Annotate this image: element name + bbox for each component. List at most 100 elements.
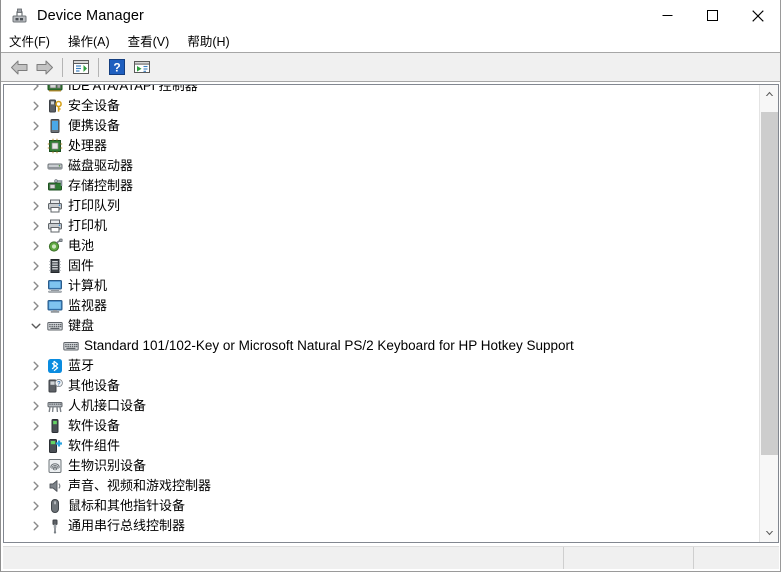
- scan-hardware-changes-button[interactable]: [129, 55, 154, 79]
- chevron-right-icon[interactable]: [28, 436, 44, 456]
- device-tree[interactable]: IDE ATA/ATAPI 控制器 安全设备便携设备处理器磁盘驱动器存储控制器打印…: [4, 85, 759, 542]
- usb-controller-icon: [47, 518, 63, 534]
- minimize-icon: [662, 15, 673, 16]
- close-button[interactable]: [735, 0, 780, 31]
- tree-row-label: 人机接口设备: [68, 398, 147, 413]
- vertical-scrollbar[interactable]: [759, 85, 778, 542]
- help-button[interactable]: ?: [104, 55, 129, 79]
- tree-row[interactable]: 通用串行总线控制器: [4, 516, 759, 536]
- tree-row[interactable]: 键盘: [4, 316, 759, 336]
- tree-row[interactable]: 电池: [4, 236, 759, 256]
- menu-view[interactable]: 查看(V): [128, 34, 179, 50]
- tree-row-label: 键盘: [68, 318, 95, 333]
- chevron-right-icon[interactable]: [28, 476, 44, 496]
- portable-device-icon: [47, 118, 63, 134]
- bluetooth-icon: [47, 358, 63, 374]
- chevron-right-icon[interactable]: [28, 196, 44, 216]
- scroll-down-arrow-icon: [765, 531, 774, 536]
- chevron-right-icon[interactable]: [28, 496, 44, 516]
- security-device-icon: [47, 98, 63, 114]
- status-pane-main: [3, 547, 563, 569]
- tree-row[interactable]: 处理器: [4, 136, 759, 156]
- scroll-up-arrow-icon: [765, 91, 774, 96]
- sound-video-game-icon: [47, 478, 63, 494]
- menu-action[interactable]: 操作(A): [68, 34, 119, 50]
- tree-row[interactable]: 鼠标和其他指针设备: [4, 496, 759, 516]
- keyboard-icon: [47, 318, 63, 334]
- window-controls: [645, 0, 780, 31]
- toolbar: ?: [1, 52, 780, 82]
- mouse-icon: [47, 498, 63, 514]
- tree-row[interactable]: 打印机: [4, 216, 759, 236]
- tree-row[interactable]: 软件组件: [4, 436, 759, 456]
- tree-row[interactable]: 生物识别设备: [4, 456, 759, 476]
- tree-row[interactable]: 存储控制器: [4, 176, 759, 196]
- software-device-icon: [47, 418, 63, 434]
- hid-device-icon: [47, 398, 63, 414]
- menu-file[interactable]: 文件(F): [9, 34, 59, 50]
- tree-row-label: 软件设备: [68, 418, 121, 433]
- chevron-down-icon[interactable]: [28, 316, 44, 336]
- tree-row-label: 打印机: [68, 218, 108, 233]
- keyboard-icon: [63, 338, 79, 354]
- tree-row-label: 磁盘驱动器: [68, 158, 134, 173]
- tree-row[interactable]: 固件: [4, 256, 759, 276]
- monitor-icon: [47, 298, 63, 314]
- toolbar-separator: [62, 57, 63, 77]
- chevron-right-icon[interactable]: [28, 176, 44, 196]
- tree-row[interactable]: 磁盘驱动器: [4, 156, 759, 176]
- tree-row-label: 其他设备: [68, 378, 121, 393]
- tree-row-label: 固件: [68, 258, 95, 273]
- tree-row[interactable]: ? 其他设备: [4, 376, 759, 396]
- chevron-right-icon[interactable]: [28, 276, 44, 296]
- chevron-right-icon[interactable]: [28, 236, 44, 256]
- minimize-button[interactable]: [645, 0, 690, 31]
- tree-row[interactable]: IDE ATA/ATAPI 控制器: [4, 85, 759, 96]
- battery-icon: [47, 238, 63, 254]
- svg-text:?: ?: [57, 381, 61, 387]
- chevron-right-icon[interactable]: [28, 136, 44, 156]
- storage-controller-icon: [47, 178, 63, 194]
- device-tree-rows: IDE ATA/ATAPI 控制器 安全设备便携设备处理器磁盘驱动器存储控制器打印…: [4, 85, 759, 536]
- chevron-right-icon[interactable]: [28, 116, 44, 136]
- tree-row-label: 通用串行总线控制器: [68, 518, 186, 533]
- tree-row-label: 鼠标和其他指针设备: [68, 498, 186, 513]
- properties-button[interactable]: [68, 55, 93, 79]
- maximize-icon: [707, 10, 718, 21]
- tree-row[interactable]: 打印队列: [4, 196, 759, 216]
- forward-button[interactable]: [32, 55, 57, 79]
- chevron-right-icon[interactable]: [28, 356, 44, 376]
- other-device-icon: ?: [47, 378, 63, 394]
- tree-row[interactable]: 蓝牙: [4, 356, 759, 376]
- menu-help[interactable]: 帮助(H): [187, 34, 238, 50]
- maximize-button[interactable]: [690, 0, 735, 31]
- chevron-right-icon[interactable]: [28, 456, 44, 476]
- processor-icon: [47, 138, 63, 154]
- computer-icon: [47, 278, 63, 294]
- chevron-right-icon[interactable]: [28, 376, 44, 396]
- chevron-right-icon[interactable]: [28, 416, 44, 436]
- tree-row-label: 打印队列: [68, 198, 121, 213]
- tree-row[interactable]: 人机接口设备: [4, 396, 759, 416]
- tree-row[interactable]: 计算机: [4, 276, 759, 296]
- chevron-right-icon[interactable]: [28, 516, 44, 536]
- chevron-right-icon[interactable]: [28, 85, 44, 96]
- tree-row[interactable]: 监视器: [4, 296, 759, 316]
- tree-row[interactable]: 声音、视频和游戏控制器: [4, 476, 759, 496]
- tree-row-label: 软件组件: [68, 438, 121, 453]
- tree-row[interactable]: 便携设备: [4, 116, 759, 136]
- chevron-right-icon[interactable]: [28, 396, 44, 416]
- chevron-right-icon[interactable]: [28, 296, 44, 316]
- chevron-right-icon[interactable]: [28, 96, 44, 116]
- chevron-right-icon[interactable]: [28, 156, 44, 176]
- chevron-right-icon[interactable]: [28, 216, 44, 236]
- tree-row[interactable]: 软件设备: [4, 416, 759, 436]
- chevron-right-icon[interactable]: [28, 256, 44, 276]
- back-button[interactable]: [7, 55, 32, 79]
- tree-row-label: 便携设备: [68, 118, 121, 133]
- scrollbar-thumb[interactable]: [761, 112, 778, 455]
- scroll-down-button[interactable]: [760, 524, 778, 542]
- tree-row[interactable]: Standard 101/102-Key or Microsoft Natura…: [4, 336, 759, 356]
- tree-row[interactable]: 安全设备: [4, 96, 759, 116]
- scroll-up-button[interactable]: [760, 85, 778, 103]
